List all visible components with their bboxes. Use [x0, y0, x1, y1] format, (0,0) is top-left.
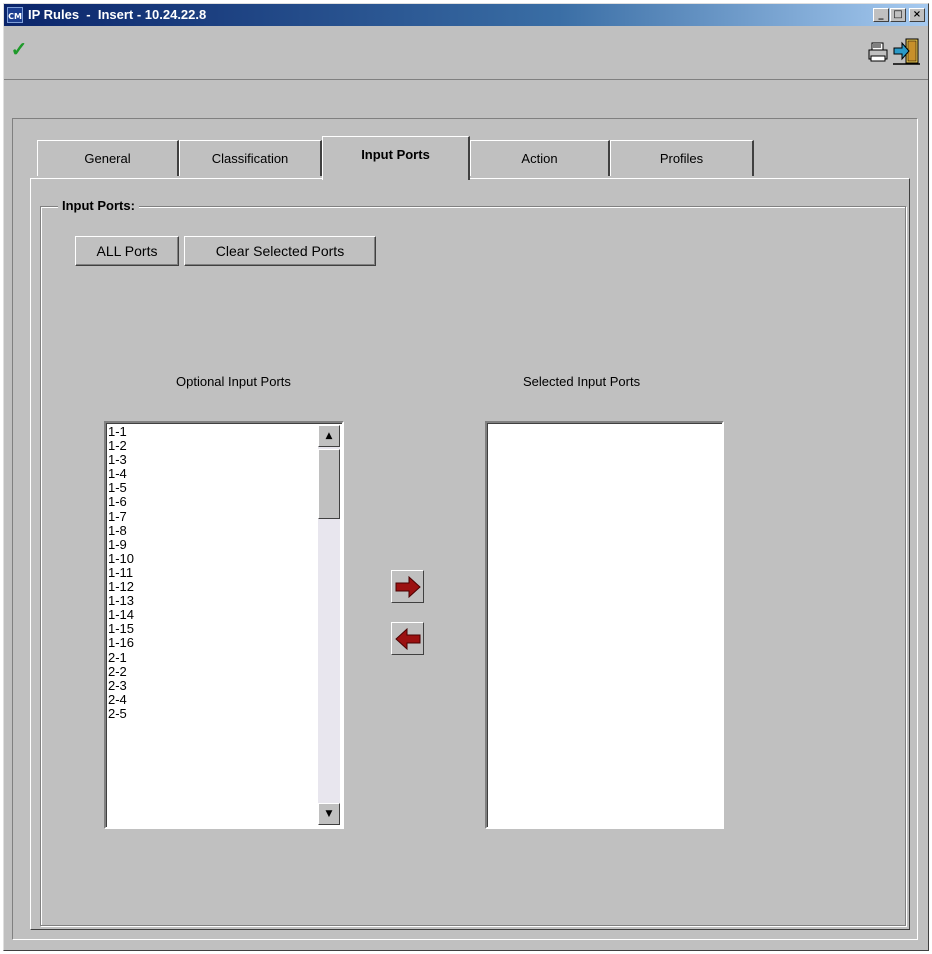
- optional-ports-list[interactable]: 1-1 1-2 1-3 1-4 1-5 1-6 1-7 1-8 1-9 1-10 1-11 1-12 1…: [104, 421, 344, 829]
- list-item[interactable]: 1-7: [108, 509, 318, 524]
- optional-ports-items: 1-1 1-2 1-3 1-4 1-5 1-6 1-7 1-8 1-9 1-10 1-11 1-12 1…: [108, 424, 318, 721]
- check-icon[interactable]: ✓: [8, 37, 30, 63]
- clear-selected-ports-button[interactable]: Clear Selected Ports: [184, 236, 376, 266]
- list-item[interactable]: 1-12: [108, 579, 318, 594]
- list-item[interactable]: 1-15: [108, 622, 318, 636]
- list-item[interactable]: 1-8: [108, 523, 318, 538]
- list-item[interactable]: 1-11: [108, 565, 318, 580]
- tab-general[interactable]: General: [37, 140, 179, 176]
- tab-classification[interactable]: Classification: [179, 140, 322, 176]
- list-item[interactable]: 1-16: [108, 636, 318, 650]
- list-item[interactable]: 1-10: [108, 551, 318, 566]
- tab-action[interactable]: Action: [470, 140, 610, 176]
- scroll-thumb[interactable]: [318, 449, 340, 519]
- list-item[interactable]: 2-2: [108, 664, 318, 679]
- title-bar[interactable]: CM IP Rules - Insert - 10.24.22.8 _ □ ×: [4, 4, 928, 26]
- window-title: IP Rules - Insert - 10.24.22.8: [28, 7, 207, 22]
- optional-list-scrollbar[interactable]: ▲ ▼: [318, 425, 340, 825]
- list-item[interactable]: 1-6: [108, 495, 318, 509]
- exit-door-icon[interactable]: [892, 36, 922, 66]
- list-item[interactable]: 1-4: [108, 467, 318, 481]
- minimize-button[interactable]: _: [873, 8, 889, 22]
- selected-ports-list[interactable]: [485, 421, 724, 829]
- list-item[interactable]: 2-4: [108, 692, 318, 707]
- list-item[interactable]: 1-1: [108, 424, 318, 439]
- printer-icon[interactable]: [866, 40, 890, 64]
- list-item[interactable]: 1-14: [108, 608, 318, 622]
- list-item[interactable]: 1-5: [108, 481, 318, 495]
- selected-ports-label: Selected Input Ports: [523, 374, 641, 389]
- arrow-right-icon: [395, 576, 421, 598]
- list-item[interactable]: 1-2: [108, 438, 318, 453]
- scroll-down-icon[interactable]: ▼: [318, 803, 340, 825]
- scroll-up-icon[interactable]: ▲: [318, 425, 340, 447]
- remove-port-button[interactable]: [391, 622, 424, 655]
- maximize-button[interactable]: □: [890, 8, 906, 22]
- optional-ports-label: Optional Input Ports: [176, 374, 291, 389]
- add-port-button[interactable]: [391, 570, 424, 603]
- arrow-left-icon: [395, 628, 421, 650]
- list-item[interactable]: 2-3: [108, 678, 318, 693]
- app-icon: CM: [7, 7, 23, 23]
- list-item[interactable]: 2-1: [108, 650, 318, 665]
- tab-input-ports[interactable]: Input Ports: [322, 136, 470, 180]
- group-label: Input Ports:: [58, 198, 139, 213]
- toolbar: ✓: [4, 27, 928, 80]
- list-item[interactable]: 2-5: [108, 706, 318, 721]
- list-item[interactable]: 1-13: [108, 594, 318, 608]
- close-button[interactable]: ×: [909, 8, 925, 22]
- tab-profiles[interactable]: Profiles: [610, 140, 754, 176]
- all-ports-button[interactable]: ALL Ports: [75, 236, 179, 266]
- list-item[interactable]: 1-3: [108, 453, 318, 467]
- list-item[interactable]: 1-9: [108, 537, 318, 552]
